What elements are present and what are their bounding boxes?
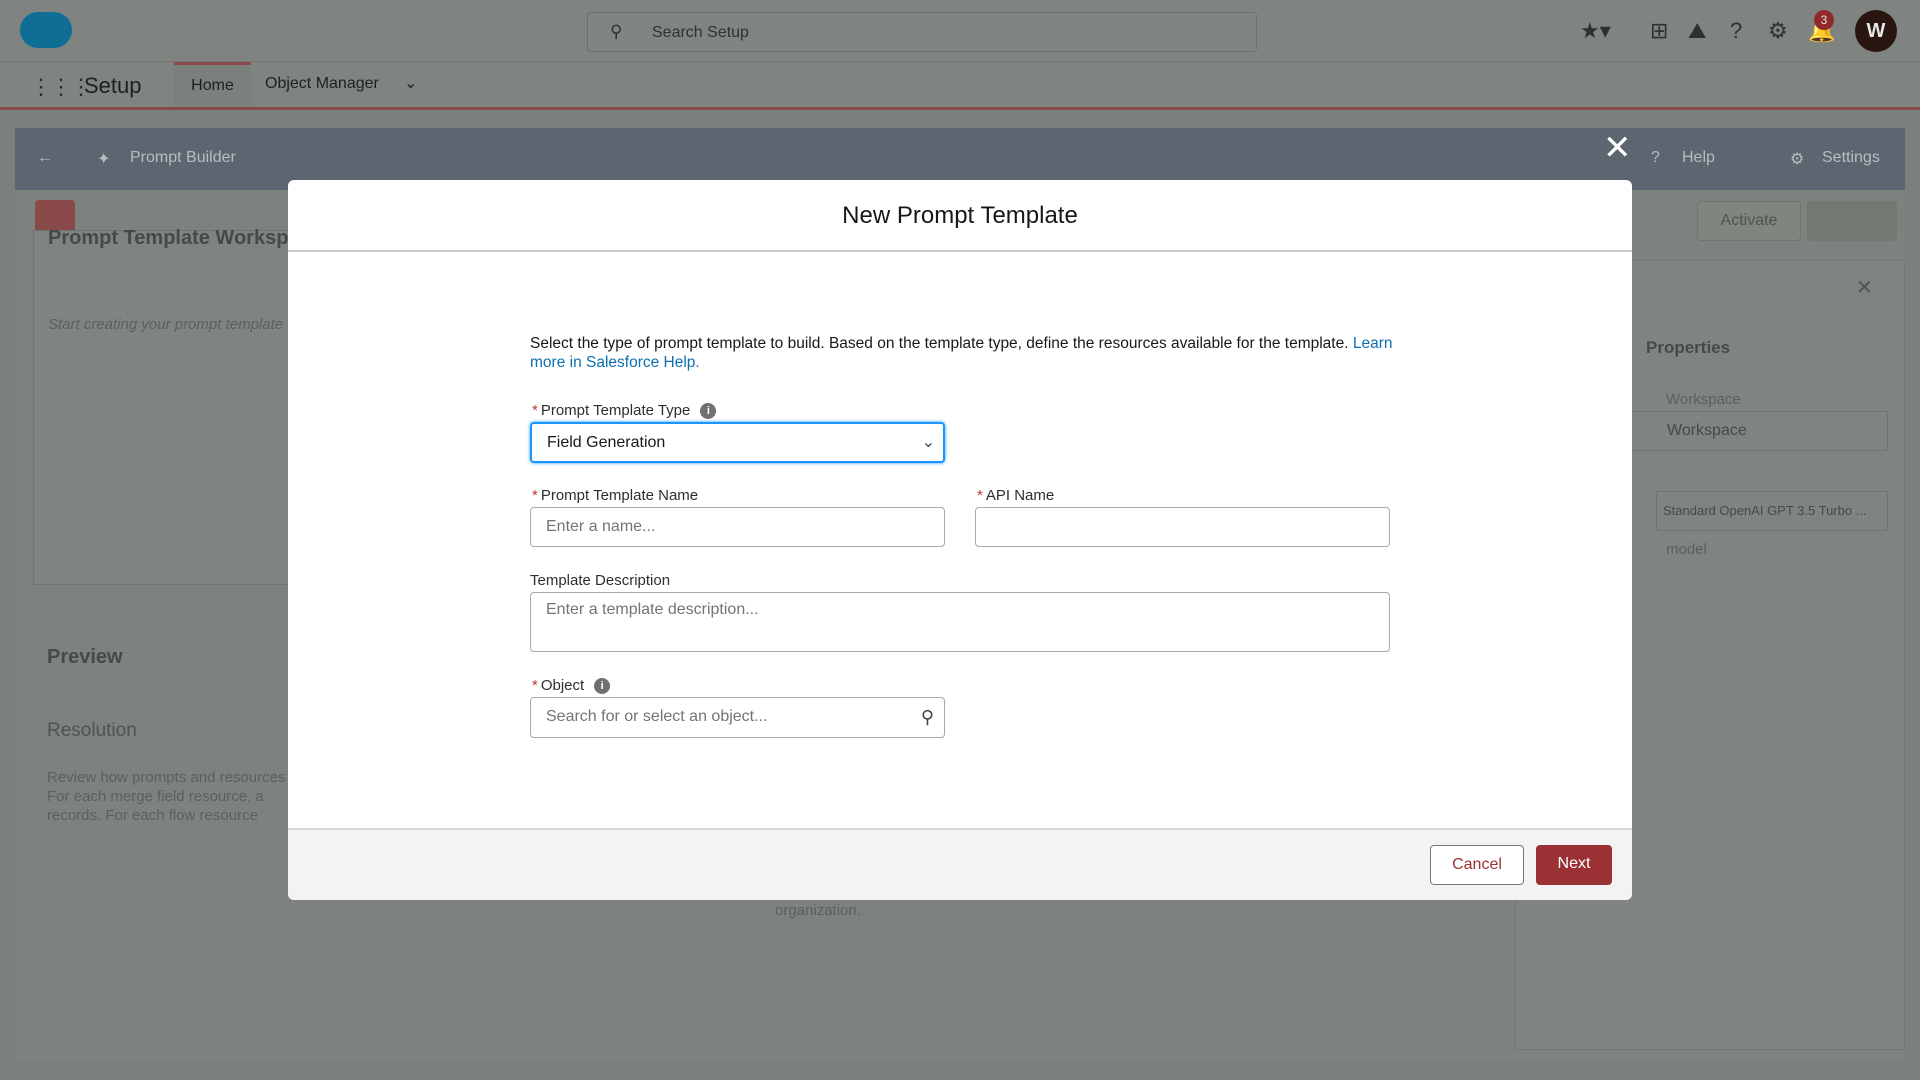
resolution-line: Review how prompts and resources [47,769,286,786]
name-label: * Prompt Template Name [532,487,699,504]
info-icon[interactable]: i [594,678,611,695]
workspace-title: Prompt Template Workspace [48,227,322,249]
resolution-title: Resolution [47,720,137,741]
gear-icon[interactable]: ⚙ [1768,18,1788,44]
workspace-label: Workspace [1666,391,1741,408]
next-button[interactable]: Next [1536,845,1612,885]
preview-title: Preview [47,646,123,668]
global-header: ⚲ Search Setup ★▾ ⊞ ⛰ ? ⚙ 🔔 3 W [0,0,1920,62]
notification-badge: 3 [1814,10,1834,30]
type-value: Field Generation [547,434,666,451]
search-placeholder: Search Setup [652,24,749,41]
info-icon[interactable]: i [700,403,717,420]
back-arrow-icon[interactable]: ← [37,149,53,167]
settings-icon: ⚙ [1790,151,1805,168]
type-label-text: Prompt Template Type [540,402,691,419]
api-name-input[interactable] [975,507,1390,547]
prompt-builder-icon: ✦ [97,151,111,168]
close-modal-icon[interactable]: ✕ [1603,128,1632,168]
template-description-textarea[interactable]: Enter a template description... [530,592,1390,652]
prompt-template-name-input[interactable]: Enter a name... [530,507,945,547]
workspace-editor[interactable]: Start creating your prompt template [48,316,283,333]
app-launcher-icon[interactable]: ⋮⋮⋮ [30,74,92,100]
tab-object-manager[interactable]: Object Manager [265,75,379,93]
modal-intro: Select the type of prompt template to bu… [530,334,1410,372]
description-label: Template Description [530,572,671,589]
trailhead-icon[interactable]: ⛰ [1688,18,1706,44]
search-setup-input[interactable]: ⚲ Search Setup [587,12,1257,52]
salesforce-logo[interactable] [20,12,72,48]
type-label: * Prompt Template Type i [532,402,717,420]
help-icon: ? [1651,149,1660,166]
object-search-input[interactable]: Search for or select an object... ⚲ [530,697,945,738]
add-icon[interactable]: ⊞ [1650,18,1668,44]
new-prompt-template-modal: New Prompt Template Select the type of p… [288,180,1632,900]
chevron-down-icon: ⌄ [921,434,935,451]
help-icon[interactable]: ? [1730,18,1742,44]
search-icon: ⚲ [920,707,934,727]
intro-text: Select the type of prompt template to bu… [530,335,1349,352]
favorites-star-icon[interactable]: ★▾ [1580,18,1611,44]
save-button[interactable] [1807,201,1897,241]
chevron-down-icon[interactable]: ⌄ [404,73,417,93]
app-name: Setup [84,73,142,98]
modal-footer: Cancel Next [288,828,1632,900]
api-label-text: API Name [985,487,1055,504]
object-placeholder: Search for or select an object... [546,708,768,725]
setup-nav: ⋮⋮⋮ Setup Home Object Manager ⌄ [0,62,1920,110]
settings-link[interactable]: Settings [1822,149,1880,167]
cancel-button[interactable]: Cancel [1430,845,1524,885]
help-menu[interactable]: Help [1682,149,1715,167]
model-link[interactable]: model [1666,541,1707,558]
close-panel-icon[interactable]: ✕ [1856,275,1873,300]
resolution-line: For each merge field resource, a [47,788,264,805]
avatar[interactable]: W [1855,10,1897,52]
name-label-text: Prompt Template Name [540,487,699,504]
search-icon: ⚲ [610,22,623,41]
object-label-text: Object [540,677,585,694]
api-name-label: * API Name [977,487,1055,504]
object-label: * Object i [532,677,611,695]
activate-button[interactable]: Activate [1697,201,1801,241]
prompt-template-type-select[interactable]: Field Generation ⌄ [530,422,945,463]
org-text: organization. [775,902,861,919]
properties-tab[interactable]: Properties [1646,338,1730,358]
resolution-line: records. For each flow resource [47,807,258,824]
modal-title: New Prompt Template [288,180,1632,252]
resolution-text: Review how prompts and resources For eac… [47,768,285,825]
tab-home[interactable]: Home [174,62,251,107]
builder-title: Prompt Builder [130,149,236,166]
model-select[interactable]: Standard OpenAI GPT 3.5 Turbo ... [1656,491,1888,531]
